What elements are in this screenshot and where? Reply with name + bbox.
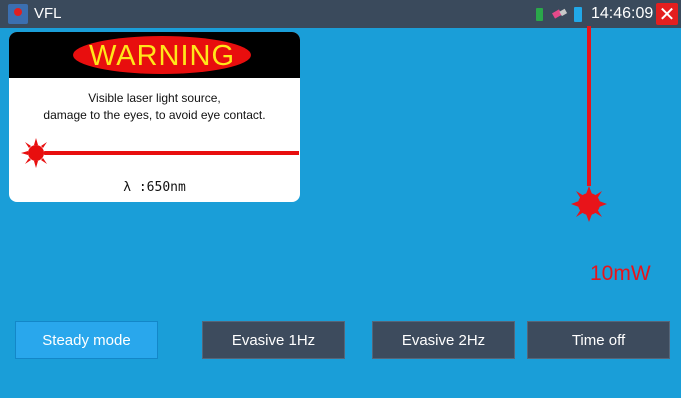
warning-title: WARNING — [73, 36, 251, 74]
laser-diagram-icon — [21, 138, 299, 168]
usb-icon — [552, 8, 568, 19]
wavelength-label: λ :650nm — [123, 180, 186, 195]
warning-card: WARNING Visible laser light source, dama… — [9, 32, 300, 202]
close-icon[interactable]: ✕ — [656, 3, 678, 25]
laser-beam-icon — [571, 26, 607, 222]
warning-message: Visible laser light source, damage to th… — [9, 90, 300, 124]
storage-indicator-icon — [536, 8, 543, 21]
warning-line-1: Visible laser light source, — [88, 91, 221, 105]
time-off-button[interactable]: Time off — [527, 321, 670, 359]
warning-line-2: damage to the eyes, to avoid eye contact… — [43, 108, 266, 122]
warning-header: WARNING — [9, 32, 300, 78]
status-bar: VFL 14:46:09 ✕ — [0, 0, 681, 28]
beam-burst-icon — [571, 186, 607, 222]
steady-mode-button[interactable]: Steady mode — [15, 321, 158, 359]
app-title: VFL — [34, 5, 62, 22]
evasive-1hz-button[interactable]: Evasive 1Hz — [202, 321, 345, 359]
clock: 14:46:09 — [591, 5, 654, 22]
battery-icon — [574, 7, 582, 22]
app-icon — [8, 4, 28, 24]
laser-line — [45, 151, 299, 155]
beam-line — [587, 26, 591, 186]
evasive-2hz-button[interactable]: Evasive 2Hz — [372, 321, 515, 359]
power-readout: 10mW — [590, 262, 651, 285]
